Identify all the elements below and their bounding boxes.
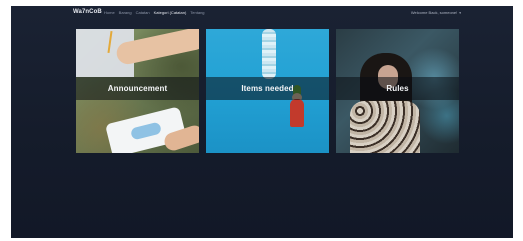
card-label-band: Items needed	[206, 77, 329, 100]
card-label-band: Announcement	[76, 77, 199, 100]
card-items-needed[interactable]: Items needed	[206, 29, 329, 153]
card-rules[interactable]: Rules	[336, 29, 459, 153]
top-navbar: Wa7nCoB Home Barang Catatan Kategori (Ca…	[11, 6, 513, 22]
category-cards: Announcement Items needed Rules	[76, 29, 460, 153]
user-menu[interactable]: Welcome Back, someone! ▾	[411, 10, 461, 15]
card-announcement[interactable]: Announcement	[76, 29, 199, 153]
nav-link-catatan[interactable]: Catatan	[136, 10, 150, 15]
nav-link-tentang[interactable]: Tentang	[190, 10, 204, 15]
nav-link-home[interactable]: Home	[104, 10, 115, 15]
user-greeting: Welcome Back, someone!	[410, 10, 458, 15]
nav-link-barang[interactable]: Barang	[119, 10, 132, 15]
nav-links: Home Barang Catatan Kategori (Catatan) T…	[104, 10, 205, 15]
card-label-band: Rules	[336, 77, 459, 100]
card-title: Items needed	[241, 84, 294, 93]
card-title: Rules	[386, 84, 409, 93]
nav-link-kategori[interactable]: Kategori (Catatan)	[154, 10, 187, 15]
app-window: Wa7nCoB Home Barang Catatan Kategori (Ca…	[11, 6, 513, 238]
card-title: Announcement	[107, 84, 168, 93]
brand-logo[interactable]: Wa7nCoB	[73, 9, 102, 15]
chevron-down-icon: ▾	[459, 10, 461, 15]
